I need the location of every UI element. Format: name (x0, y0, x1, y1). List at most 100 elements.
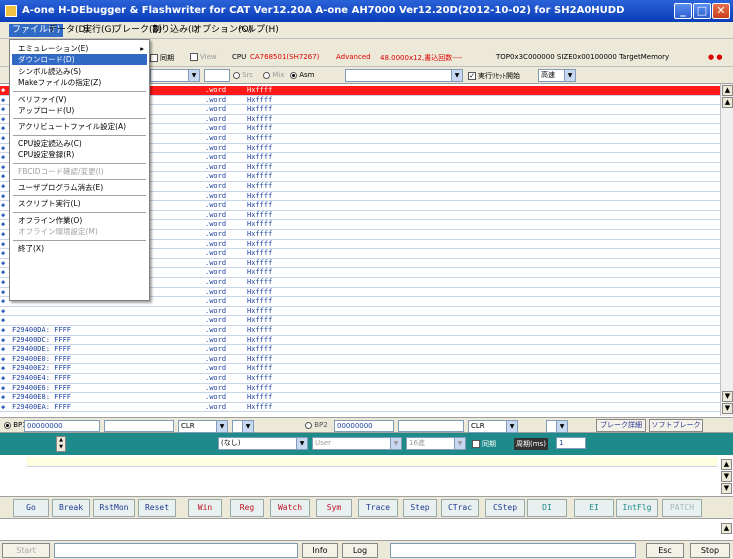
func-button-reg[interactable]: Reg (230, 499, 264, 517)
code-row[interactable]: ◆ F29400E8: FFFF .word Hxffff (0, 393, 720, 403)
bp2-condition-input[interactable] (398, 420, 464, 432)
file-menu-item[interactable]: 終了(X) (12, 243, 147, 254)
maximize-button[interactable]: □ (693, 3, 711, 19)
watch-sync-checkbox[interactable]: 同期 (472, 439, 496, 449)
file-menu-item[interactable]: ベリファイ(V) (12, 94, 147, 105)
menu-separator (13, 239, 146, 241)
file-menu-item[interactable]: オフライン作業(O) (12, 215, 147, 226)
start-button[interactable]: Start (2, 543, 50, 558)
speed-combo[interactable]: 高速 ▼ (538, 69, 576, 82)
code-row[interactable]: ◆ F29400E0: FFFF .word Hxffff (0, 355, 720, 365)
watch-scroll-up[interactable]: ▲ (721, 459, 732, 470)
func-button-win[interactable]: Win (188, 499, 222, 517)
bp1-address-input[interactable]: 00000000 (24, 420, 100, 432)
row-marker-icon: ◆ (1, 297, 6, 306)
func-button-intflg[interactable]: IntFlg (616, 499, 658, 517)
watch-view[interactable]: ▲ ▼ ▼ (0, 455, 733, 497)
break-detail-button[interactable]: ブレーク詳細 (596, 419, 646, 432)
minimize-button[interactable]: _ (674, 3, 692, 19)
blank-field[interactable] (204, 69, 230, 82)
func-button-watch[interactable]: Watch (270, 499, 310, 517)
watch-base-combo[interactable]: 16進 ▼ (406, 437, 466, 450)
watch-space-combo[interactable]: User ▼ (312, 437, 402, 450)
soft-break-button[interactable]: ソフトブレーク (649, 419, 703, 432)
file-menu-item[interactable]: シンボル読込み(S) (12, 66, 147, 77)
scroll-bottom-button[interactable]: ▼ (722, 403, 733, 414)
func-button-cstep[interactable]: CStep (485, 499, 525, 517)
func-button-break[interactable]: Break (52, 499, 90, 517)
code-row[interactable]: ◆ F29400DE: FFFF .word Hxffff (0, 345, 720, 355)
source-combo[interactable]: ▼ (345, 69, 463, 82)
address-combo[interactable]: ▼ (150, 69, 200, 82)
spin-up-icon[interactable]: ▲ (59, 437, 63, 443)
code-scrollbar[interactable]: ▲ ▲ ▼ ▼ (720, 84, 733, 416)
code-row[interactable]: ◆ F29400E6: FFFF .word Hxffff (0, 384, 720, 394)
func-button-ctrac[interactable]: CTrac (441, 499, 479, 517)
radio-src-label: Src (242, 71, 254, 79)
radio-mix[interactable]: Mix (263, 71, 284, 79)
file-menu-item[interactable]: アップロード(U) (12, 105, 147, 116)
spin-buttons[interactable]: ▲ ▼ (56, 436, 66, 452)
command-input[interactable] (54, 543, 298, 558)
func-button-sym[interactable]: Sym (316, 499, 352, 517)
func-button-go[interactable]: Go (13, 499, 49, 517)
bp2-address-input[interactable]: 00000000 (334, 420, 394, 432)
info-button[interactable]: Info (302, 543, 338, 558)
row-mnemonic: .word (205, 162, 227, 171)
cycle-input[interactable]: 1 (556, 437, 586, 449)
row-marker-icon: ◆ (1, 258, 6, 267)
radio-src[interactable]: Src (233, 71, 253, 79)
stop-button[interactable]: Stop (690, 543, 730, 558)
close-button[interactable]: ✕ (712, 3, 730, 19)
row-mnemonic: .word (205, 114, 227, 123)
view-checkbox[interactable]: View (190, 53, 217, 61)
func-button-rstmon[interactable]: RstMon (93, 499, 135, 517)
code-row[interactable]: ◆ F29400EA: FFFF .word Hxffff (0, 403, 720, 413)
menu-help[interactable]: ヘルプ(H) (235, 24, 282, 37)
func-button-step[interactable]: Step (403, 499, 437, 517)
code-row[interactable]: ◆ F29400E4: FFFF .word Hxffff (0, 374, 720, 384)
radio-asm[interactable]: Asm (290, 71, 315, 79)
bp1-condition-input[interactable] (104, 420, 174, 432)
file-menu-item[interactable]: エミュレーション(E) ▸ (12, 43, 147, 54)
esc-button[interactable]: Esc (646, 543, 684, 558)
scroll-up-button[interactable]: ▲ (722, 97, 733, 108)
bp2-clr-combo[interactable]: CLR ▼ (468, 420, 518, 433)
cmd-scroll-up[interactable]: ▲ (721, 523, 732, 534)
code-row[interactable]: ◆ .word Hxffff (0, 307, 720, 317)
log-button[interactable]: Log (342, 543, 378, 558)
file-menu-item[interactable]: ユーザプログラム消去(E) (12, 182, 147, 193)
watch-scroll-down[interactable]: ▼ (721, 471, 732, 482)
code-row[interactable]: ◆ F29400E2: FFFF .word Hxffff (0, 364, 720, 374)
bp2-option-combo[interactable]: ▼ (546, 420, 568, 433)
watch-symbol-combo[interactable]: (なし) ▼ (218, 437, 308, 450)
bp1-option-combo[interactable]: ▼ (232, 420, 254, 433)
file-menu-item[interactable]: ダウンロード(D) (12, 54, 147, 66)
watch-row[interactable] (27, 457, 717, 467)
spin-down-icon[interactable]: ▼ (59, 444, 63, 450)
code-row[interactable]: ◆ .word Hxffff (0, 316, 720, 326)
func-button-reset[interactable]: Reset (138, 499, 176, 517)
sync-checkbox[interactable]: 同期 (150, 53, 174, 63)
func-button-di[interactable]: DI (527, 499, 567, 517)
func-button-ei[interactable]: EI (574, 499, 614, 517)
code-row[interactable]: ◆ F29400DA: FFFF .word Hxffff (0, 326, 720, 336)
scroll-down-button[interactable]: ▼ (722, 391, 733, 402)
app-icon[interactable] (5, 5, 17, 17)
file-menu-item[interactable]: Makeファイルの指定(Z) (12, 77, 147, 88)
file-menu-item[interactable]: CPU設定読込み(C) (12, 138, 147, 149)
file-menu-item[interactable]: CPU設定登録(R) (12, 149, 147, 160)
file-menu-item[interactable]: アクリビュートファイル設定(A) (12, 121, 147, 132)
watch-scroll-bottom[interactable]: ▼ (721, 483, 732, 494)
file-menu-item[interactable]: スクリプト実行(L) (12, 198, 147, 209)
row-marker-icon: ◆ (1, 191, 6, 200)
code-row[interactable]: ◆ F29400DC: FFFF .word Hxffff (0, 336, 720, 346)
bp2-radio[interactable]: BP2 (305, 421, 328, 429)
row-mnemonic: .word (205, 95, 227, 104)
command-view[interactable]: ▲ (0, 519, 733, 541)
func-button-trace[interactable]: Trace (358, 499, 398, 517)
reset-start-checkbox[interactable]: 実行ﾘｾｯﾄ開始 (468, 71, 520, 81)
log-field[interactable] (390, 543, 636, 558)
scroll-top-button[interactable]: ▲ (722, 85, 733, 96)
bp1-clr-combo[interactable]: CLR ▼ (178, 420, 228, 433)
